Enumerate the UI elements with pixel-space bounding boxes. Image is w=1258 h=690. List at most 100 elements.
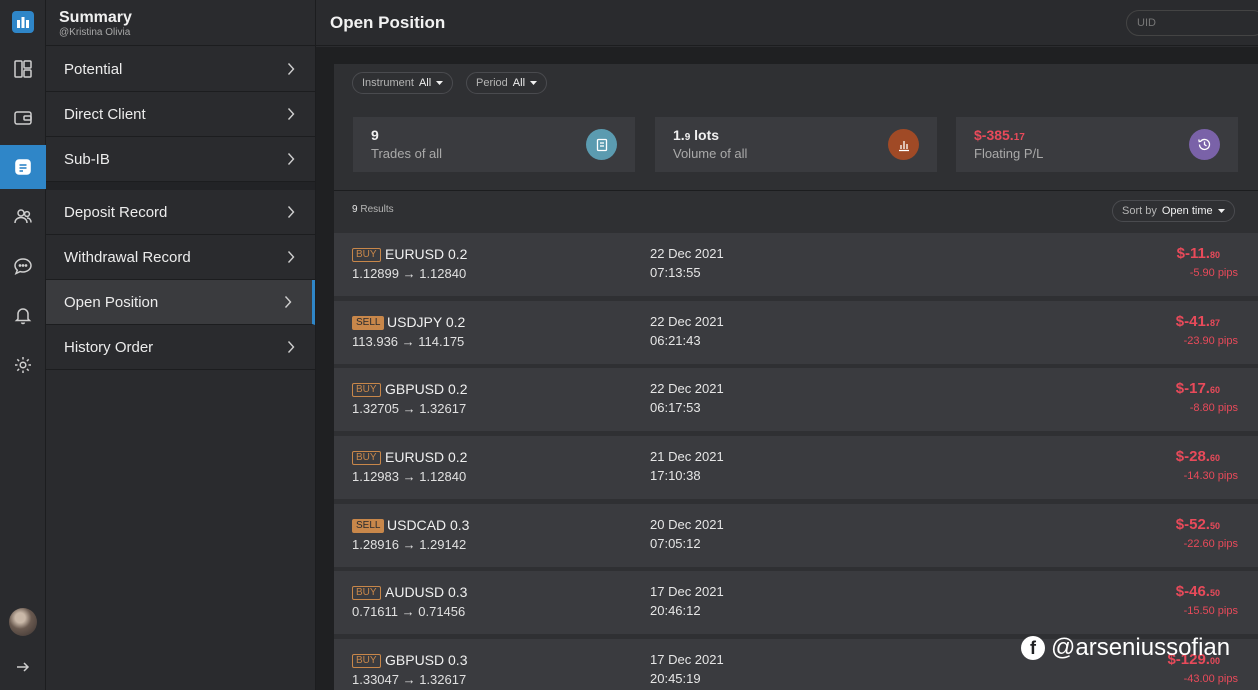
position-row[interactable]: BUY EURUSD 0.2 1.12983 → 1.12840 21 Dec 202… bbox=[334, 436, 1258, 499]
position-row[interactable]: SELL USDJPY 0.2 113.936 → 114.175 22 Dec 20… bbox=[334, 301, 1258, 364]
dashboard-icon[interactable] bbox=[0, 47, 46, 91]
profit-loss: $-11.80 bbox=[1177, 245, 1220, 262]
side-badge: SELL bbox=[352, 519, 385, 533]
open-time: 06:21:43 bbox=[650, 333, 701, 348]
open-date: 22 Dec 2021 bbox=[650, 381, 724, 396]
instrument-filter[interactable]: Instrument All bbox=[352, 72, 454, 94]
pl-decimal: 60 bbox=[1209, 453, 1220, 463]
symbol-label: USDJPY 0.2 bbox=[387, 314, 466, 330]
sidebar-item-label: Potential bbox=[64, 60, 123, 78]
watermark: f @arseniussofian bbox=[1021, 634, 1230, 662]
open-time: 17:10:38 bbox=[650, 468, 701, 483]
floating-pl-stat-card: $-385.17 Floating P/L bbox=[956, 117, 1238, 172]
volume-value: 1.9 lots bbox=[673, 127, 719, 143]
sort-value: Open time bbox=[1161, 205, 1213, 217]
volume-stat-card: 1.9 lots Volume of all bbox=[655, 117, 937, 172]
wallet-icon[interactable] bbox=[0, 96, 46, 140]
period-filter-value: All bbox=[512, 77, 526, 89]
pl-main: $-11. bbox=[1176, 245, 1210, 262]
chevron-down-icon bbox=[1217, 209, 1225, 213]
side-badge: BUY bbox=[352, 451, 381, 465]
profit-loss: $-46.50 bbox=[1176, 583, 1220, 600]
sidebar-item-history-order[interactable]: History Order bbox=[46, 325, 315, 370]
avatar[interactable] bbox=[9, 608, 37, 636]
chat-icon[interactable] bbox=[0, 244, 46, 288]
open-date: 20 Dec 2021 bbox=[650, 517, 724, 532]
sidebar-item-label: Withdrawal Record bbox=[64, 248, 191, 266]
sort-dropdown[interactable]: Sort by Open time bbox=[1112, 200, 1235, 222]
floating-pl-decimal: 17 bbox=[1013, 132, 1025, 143]
volume-unit: lots bbox=[690, 127, 720, 143]
open-time: 07:05:12 bbox=[650, 536, 701, 551]
profit-loss: $-52.50 bbox=[1176, 516, 1220, 533]
bar-chart-icon bbox=[888, 129, 919, 160]
symbol-label: EURUSD 0.2 bbox=[385, 246, 468, 262]
price-range: 1.32705 → 1.32617 bbox=[352, 401, 467, 416]
sidebar-item-sub-ib[interactable]: Sub-IB bbox=[46, 137, 315, 182]
uid-search-input[interactable] bbox=[1126, 10, 1258, 36]
open-date: 22 Dec 2021 bbox=[650, 246, 724, 261]
report-icon[interactable] bbox=[0, 145, 46, 189]
chevron-right-icon bbox=[287, 251, 295, 263]
sidebar-item-potential[interactable]: Potential bbox=[46, 47, 315, 92]
sidebar-item-withdrawal-record[interactable]: Withdrawal Record bbox=[46, 235, 315, 280]
side-badge: BUY bbox=[352, 654, 381, 668]
bell-icon[interactable] bbox=[0, 293, 46, 337]
price-range: 113.936 → 114.175 bbox=[352, 334, 465, 349]
floating-pl-label: Floating P/L bbox=[974, 146, 1044, 161]
symbol-label: GBPUSD 0.2 bbox=[385, 381, 468, 397]
period-filter[interactable]: Period All bbox=[466, 72, 548, 94]
expand-arrow-icon[interactable] bbox=[0, 645, 46, 689]
profit-loss: $-41.87 bbox=[1176, 313, 1220, 330]
pl-main: $-46. bbox=[1175, 583, 1210, 600]
period-filter-label: Period bbox=[476, 77, 508, 89]
symbol-label: USDCAD 0.3 bbox=[387, 517, 470, 533]
instrument-filter-value: All bbox=[418, 77, 432, 89]
chevron-right-icon bbox=[287, 63, 295, 75]
open-time: 20:45:19 bbox=[650, 671, 701, 686]
pl-decimal: 50 bbox=[1209, 588, 1220, 598]
sidebar-item-open-position[interactable]: Open Position bbox=[46, 280, 315, 325]
results-count: 9 Results bbox=[352, 204, 394, 215]
facebook-icon: f bbox=[1021, 636, 1045, 660]
chevron-down-icon bbox=[530, 81, 538, 85]
gear-icon[interactable] bbox=[0, 343, 46, 387]
profit-loss: $-17.60 bbox=[1176, 380, 1220, 397]
panel-title: Summary bbox=[59, 9, 132, 26]
document-icon bbox=[586, 129, 617, 160]
pl-main: $-28. bbox=[1175, 448, 1210, 465]
sidebar-item-deposit-record[interactable]: Deposit Record bbox=[46, 190, 315, 235]
position-row[interactable]: BUY GBPUSD 0.2 1.32705 → 1.32617 22 Dec 202… bbox=[334, 368, 1258, 431]
sidebar-item-direct-client[interactable]: Direct Client bbox=[46, 92, 315, 137]
app-logo[interactable] bbox=[12, 11, 34, 33]
position-row[interactable]: BUY AUDUSD 0.3 0.71611 → 0.71456 17 Dec 202… bbox=[334, 571, 1258, 634]
panel-username: @Kristina Olivia bbox=[59, 27, 131, 38]
price-range: 1.12899 → 1.12840 bbox=[352, 266, 467, 281]
pips-value: -5.90 pips bbox=[1189, 267, 1238, 279]
sidebar-item-label: Direct Client bbox=[64, 105, 146, 123]
page-title: Open Position bbox=[330, 13, 446, 32]
symbol-label: GBPUSD 0.3 bbox=[385, 652, 468, 668]
chevron-right-icon bbox=[287, 341, 295, 353]
pips-value: -22.60 pips bbox=[1183, 538, 1238, 550]
trades-stat-card: 9 Trades of all bbox=[353, 117, 635, 172]
pips-value: -8.80 pips bbox=[1189, 402, 1238, 414]
price-range: 1.33047 → 1.32617 bbox=[352, 672, 467, 687]
pips-value: -15.50 pips bbox=[1183, 605, 1238, 617]
watermark-text: @arseniussofian bbox=[1051, 634, 1231, 661]
position-row[interactable]: BUY EURUSD 0.2 1.12899 → 1.12840 22 Dec 202… bbox=[334, 233, 1258, 296]
price-range: 1.28916 → 1.29142 bbox=[352, 537, 467, 552]
pl-main: $-41. bbox=[1175, 313, 1210, 330]
symbol-label: EURUSD 0.2 bbox=[385, 449, 468, 465]
users-icon[interactable] bbox=[0, 194, 46, 238]
pl-decimal: 50 bbox=[1209, 521, 1220, 531]
profit-loss: $-28.60 bbox=[1176, 448, 1220, 465]
sidebar-item-label: Open Position bbox=[64, 293, 159, 311]
chevron-right-icon bbox=[287, 206, 295, 218]
side-badge: BUY bbox=[352, 248, 381, 262]
open-date: 17 Dec 2021 bbox=[650, 584, 724, 599]
price-range: 0.71611 → 0.71456 bbox=[352, 604, 466, 619]
chevron-right-icon bbox=[287, 153, 295, 165]
sidebar-item-label: Sub-IB bbox=[64, 150, 110, 168]
position-row[interactable]: SELL USDCAD 0.3 1.28916 → 1.29142 20 Dec 20… bbox=[334, 504, 1258, 567]
